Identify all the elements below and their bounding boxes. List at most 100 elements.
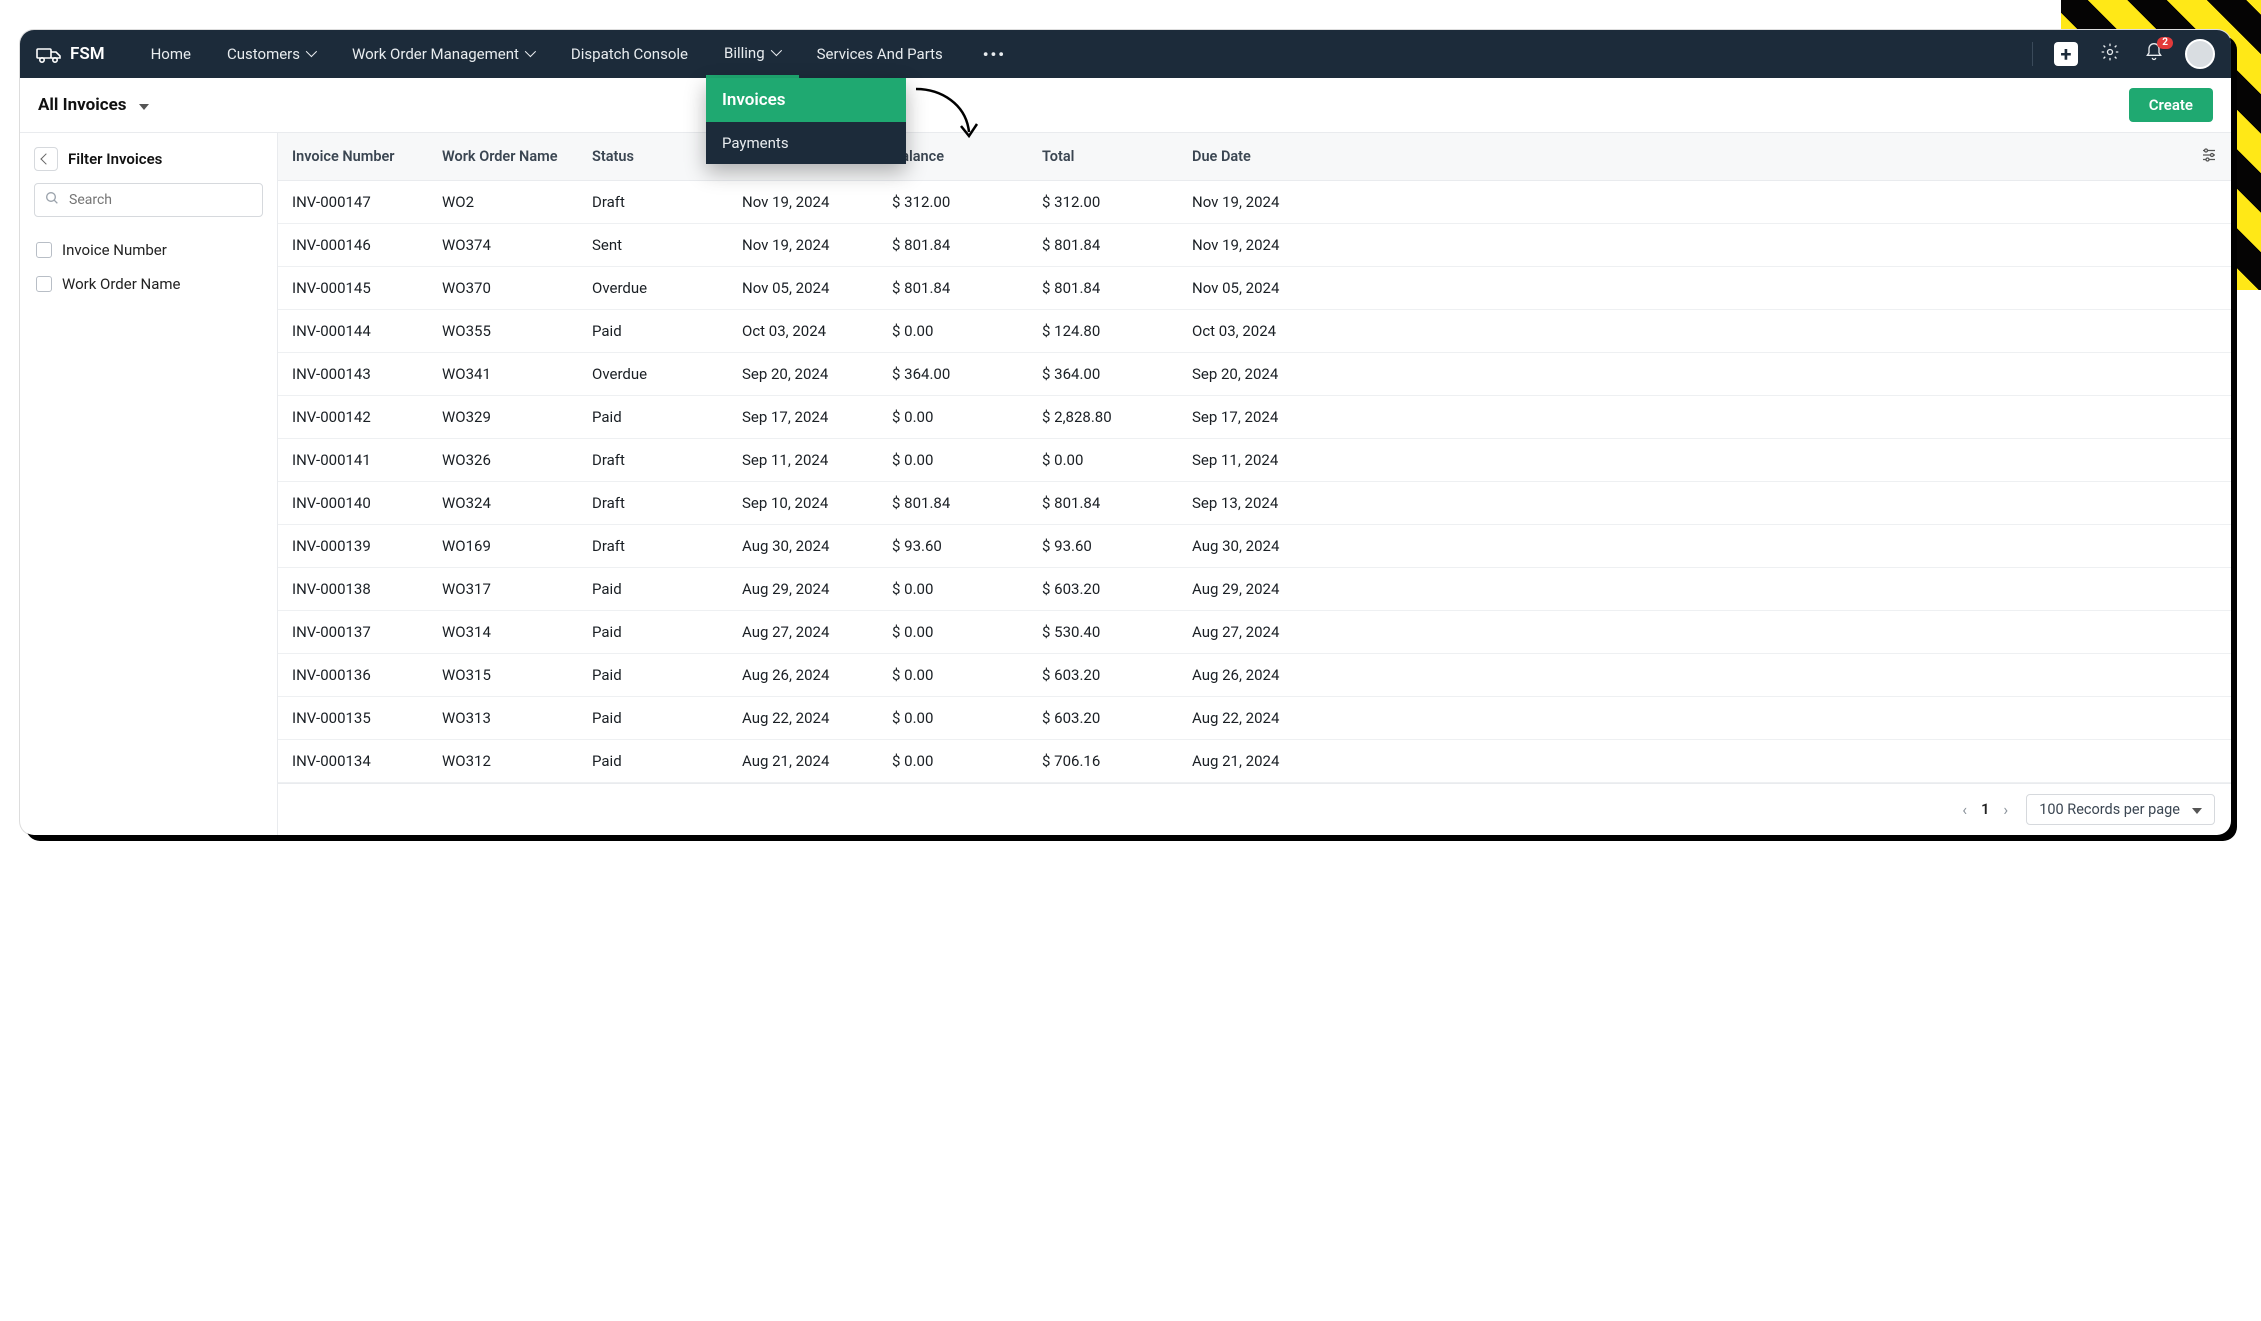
nav-actions: + 2	[2032, 39, 2215, 69]
chevron-right-icon: ›	[2003, 800, 2008, 819]
cell-work-order: WO315	[428, 654, 578, 696]
filters-search	[34, 183, 263, 217]
col-total[interactable]: Total	[1028, 136, 1178, 177]
cell-status: Paid	[578, 310, 728, 352]
cell-total: $ 124.80	[1028, 310, 1178, 352]
table-row[interactable]: INV-000140WO324DraftSep 10, 2024$ 801.84…	[278, 482, 2231, 525]
top-nav: FSM HomeCustomers Work Order Management Di…	[20, 30, 2231, 78]
cell-invoice-number: INV-000141	[278, 439, 428, 481]
cell-work-order: WO370	[428, 267, 578, 309]
table-row[interactable]: INV-000137WO314PaidAug 27, 2024$ 0.00$ 5…	[278, 611, 2231, 654]
dropdown-item-invoices[interactable]: Invoices	[706, 78, 906, 122]
chevron-left-icon: ‹	[1962, 800, 1967, 819]
nav-item-services-and-parts[interactable]: Services And Parts	[799, 30, 961, 78]
truck-icon	[36, 44, 62, 64]
nav-more-icon[interactable]: •••	[969, 45, 1020, 64]
plus-icon: +	[2054, 42, 2078, 66]
cell-work-order: WO169	[428, 525, 578, 567]
table-row[interactable]: INV-000139WO169DraftAug 30, 2024$ 93.60$…	[278, 525, 2231, 568]
cell-due-date: Sep 20, 2024	[1178, 353, 2185, 395]
table-row[interactable]: INV-000138WO317PaidAug 29, 2024$ 0.00$ 6…	[278, 568, 2231, 611]
cell-total: $ 801.84	[1028, 482, 1178, 524]
nav-item-label: Services And Parts	[817, 45, 943, 63]
cell-balance: $ 0.00	[878, 697, 1028, 739]
cell-balance: $ 801.84	[878, 267, 1028, 309]
table-row[interactable]: INV-000146WO374SentNov 19, 2024$ 801.84$…	[278, 224, 2231, 267]
cell-work-order: WO326	[428, 439, 578, 481]
cell-balance: $ 0.00	[878, 654, 1028, 696]
cell-date: Aug 26, 2024	[728, 654, 878, 696]
cell-balance: $ 0.00	[878, 439, 1028, 481]
nav-item-label: Billing	[724, 44, 765, 62]
cell-work-order: WO374	[428, 224, 578, 266]
filter-option-label: Work Order Name	[62, 275, 181, 293]
cell-invoice-number: INV-000136	[278, 654, 428, 696]
create-button[interactable]: Create	[2129, 88, 2213, 122]
cell-status: Paid	[578, 611, 728, 653]
separator	[2032, 42, 2033, 66]
add-button[interactable]: +	[2053, 41, 2079, 67]
sliders-icon	[2199, 145, 2219, 165]
table-header: Invoice Number Work Order Name Status Da…	[278, 133, 2231, 181]
cell-balance: $ 0.00	[878, 568, 1028, 610]
filter-option-label: Invoice Number	[62, 241, 167, 259]
cell-work-order: WO341	[428, 353, 578, 395]
table-row[interactable]: INV-000147WO2DraftNov 19, 2024$ 312.00$ …	[278, 181, 2231, 224]
table-row[interactable]: INV-000144WO355PaidOct 03, 2024$ 0.00$ 1…	[278, 310, 2231, 353]
filters-search-input[interactable]	[34, 183, 263, 217]
page-header: All Invoices Create	[20, 78, 2231, 133]
next-page-button[interactable]: ›	[1999, 800, 2012, 819]
table-row[interactable]: INV-000143WO341OverdueSep 20, 2024$ 364.…	[278, 353, 2231, 396]
filter-option-work-order-name[interactable]: Work Order Name	[34, 267, 263, 301]
notifications-button[interactable]: 2	[2141, 41, 2167, 67]
cell-total: $ 530.40	[1028, 611, 1178, 653]
chevron-down-icon	[2188, 801, 2202, 818]
nav-item-work-order-management[interactable]: Work Order Management	[334, 30, 553, 78]
table-row[interactable]: INV-000145WO370OverdueNov 05, 2024$ 801.…	[278, 267, 2231, 310]
nav-item-dispatch-console[interactable]: Dispatch Console	[553, 30, 706, 78]
per-page-select[interactable]: 100 Records per page	[2026, 794, 2215, 825]
cell-due-date: Aug 22, 2024	[1178, 697, 2185, 739]
cell-status: Paid	[578, 568, 728, 610]
invoices-table: Invoice Number Work Order Name Status Da…	[278, 133, 2231, 835]
table-row[interactable]: INV-000135WO313PaidAug 22, 2024$ 0.00$ 6…	[278, 697, 2231, 740]
settings-button[interactable]	[2097, 41, 2123, 67]
cell-date: Sep 20, 2024	[728, 353, 878, 395]
dropdown-item-payments[interactable]: Payments	[706, 122, 906, 164]
nav-item-home[interactable]: Home	[133, 30, 209, 78]
cell-work-order: WO329	[428, 396, 578, 438]
cell-date: Aug 21, 2024	[728, 740, 878, 782]
cell-work-order: WO355	[428, 310, 578, 352]
table-row[interactable]: INV-000134WO312PaidAug 21, 2024$ 0.00$ 7…	[278, 740, 2231, 783]
cell-status: Sent	[578, 224, 728, 266]
nav-items: HomeCustomers Work Order Management Dispat…	[133, 30, 961, 78]
col-work-order[interactable]: Work Order Name	[428, 136, 578, 177]
col-due-date[interactable]: Due Date	[1178, 136, 2185, 177]
nav-item-label: Work Order Management	[352, 45, 519, 63]
cell-invoice-number: INV-000134	[278, 740, 428, 782]
view-selector[interactable]: All Invoices	[38, 95, 149, 115]
table-row[interactable]: INV-000141WO326DraftSep 11, 2024$ 0.00$ …	[278, 439, 2231, 482]
table-row[interactable]: INV-000136WO315PaidAug 26, 2024$ 0.00$ 6…	[278, 654, 2231, 697]
avatar[interactable]	[2185, 39, 2215, 69]
cell-due-date: Nov 19, 2024	[1178, 224, 2185, 266]
cell-status: Overdue	[578, 353, 728, 395]
filters-back-button[interactable]	[34, 147, 58, 171]
nav-item-customers[interactable]: Customers	[209, 30, 334, 78]
column-settings[interactable]	[2185, 133, 2231, 180]
cell-total: $ 0.00	[1028, 439, 1178, 481]
cell-work-order: WO313	[428, 697, 578, 739]
nav-item-billing[interactable]: BillingInvoicesPayments	[706, 30, 799, 78]
cell-invoice-number: INV-000135	[278, 697, 428, 739]
table-row[interactable]: INV-000142WO329PaidSep 17, 2024$ 0.00$ 2…	[278, 396, 2231, 439]
cell-due-date: Aug 29, 2024	[1178, 568, 2185, 610]
col-invoice-number[interactable]: Invoice Number	[278, 136, 428, 177]
cell-due-date: Oct 03, 2024	[1178, 310, 2185, 352]
brand[interactable]: FSM	[36, 44, 105, 64]
cell-due-date: Nov 19, 2024	[1178, 181, 2185, 223]
prev-page-button[interactable]: ‹	[1958, 800, 1971, 819]
cell-total: $ 801.84	[1028, 224, 1178, 266]
filter-option-invoice-number[interactable]: Invoice Number	[34, 233, 263, 267]
table-body: INV-000147WO2DraftNov 19, 2024$ 312.00$ …	[278, 181, 2231, 783]
cell-date: Aug 22, 2024	[728, 697, 878, 739]
